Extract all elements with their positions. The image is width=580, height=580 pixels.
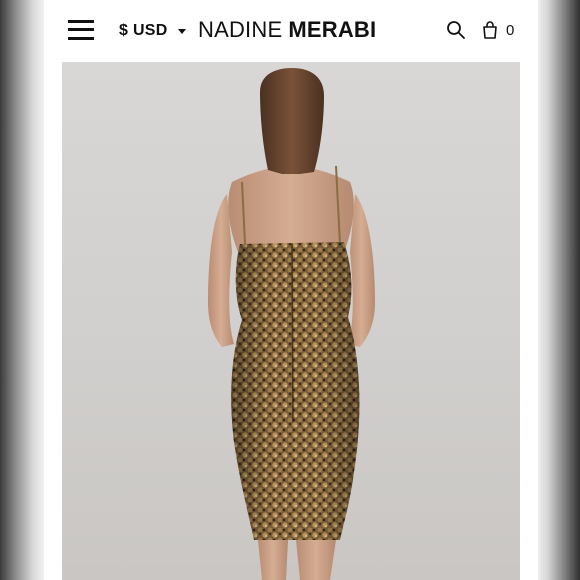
left-bezel bbox=[0, 0, 44, 580]
currency-label: $ USD bbox=[119, 22, 168, 39]
cart-count: 0 bbox=[506, 21, 515, 39]
hamburger-icon bbox=[68, 20, 94, 23]
menu-button[interactable] bbox=[68, 18, 94, 42]
brand-name-light: NADINE bbox=[198, 17, 283, 42]
search-icon bbox=[447, 21, 465, 39]
chevron-down-icon bbox=[177, 28, 186, 34]
brand-name-bold: MERABI bbox=[288, 17, 377, 42]
search-button[interactable] bbox=[446, 20, 466, 40]
site-header: $ USD NADINE MERABI 0 bbox=[44, 0, 538, 62]
product-photo[interactable] bbox=[62, 62, 520, 580]
currency-selector[interactable]: $ USD bbox=[119, 20, 186, 42]
dress-model-illustration bbox=[208, 68, 375, 580]
brand-logo[interactable]: NADINE MERABI bbox=[198, 17, 376, 45]
phone-screen: $ USD NADINE MERABI 0 bbox=[44, 0, 538, 580]
right-bezel bbox=[538, 0, 580, 580]
cart-button[interactable]: 0 bbox=[482, 18, 522, 42]
shopping-bag-icon bbox=[483, 21, 497, 39]
